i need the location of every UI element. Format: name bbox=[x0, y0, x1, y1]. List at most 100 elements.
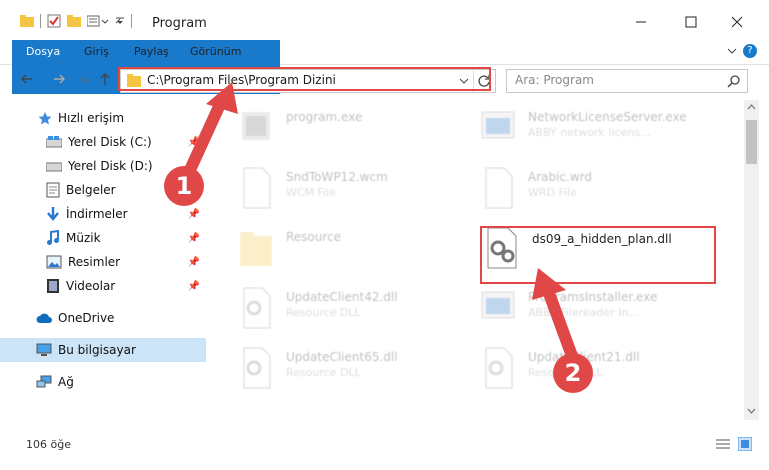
file-type: WCM File bbox=[286, 186, 336, 199]
scroll-down-icon[interactable] bbox=[747, 408, 756, 414]
video-icon bbox=[47, 279, 59, 293]
status-bar: 106 öğe bbox=[0, 430, 769, 458]
sidebar-item-downloads[interactable]: İndirmeler 📌 bbox=[0, 202, 206, 226]
sidebar-item-this-pc[interactable]: Bu bilgisayar bbox=[0, 338, 206, 362]
tab-home[interactable]: Giriş bbox=[72, 40, 121, 64]
navigation-bar: C:\Program Files\Program Dizini Ara: Pro… bbox=[0, 66, 769, 96]
file-item[interactable]: Arabic.wrd WRD File bbox=[480, 162, 720, 216]
scrollbar-thumb[interactable] bbox=[746, 120, 757, 164]
minimize-button[interactable] bbox=[626, 10, 656, 34]
close-icon bbox=[731, 16, 743, 28]
back-icon[interactable] bbox=[20, 72, 34, 86]
callout-2: 2 bbox=[553, 353, 593, 393]
pin-icon[interactable]: 📌 bbox=[188, 257, 200, 268]
properties-icon[interactable] bbox=[47, 14, 61, 28]
sidebar-item-label: OneDrive bbox=[58, 311, 115, 325]
dll-icon bbox=[485, 347, 513, 389]
sidebar-item-pictures[interactable]: Resimler 📌 bbox=[0, 250, 206, 274]
file-name: ds09_a_hidden_plan.dll bbox=[532, 232, 672, 246]
dll-icon bbox=[243, 347, 271, 389]
new-folder-icon[interactable] bbox=[67, 15, 81, 27]
vertical-scrollbar[interactable] bbox=[744, 100, 759, 420]
sidebar-item-label: Yerel Disk (C:) bbox=[68, 135, 152, 149]
up-icon[interactable] bbox=[98, 72, 112, 86]
sidebar-item-label: İndirmeler bbox=[66, 207, 128, 221]
sidebar-item-videos[interactable]: Videolar 📌 bbox=[0, 274, 206, 298]
folder-icon bbox=[127, 74, 141, 87]
refresh-icon[interactable] bbox=[477, 74, 491, 88]
download-icon bbox=[47, 207, 59, 221]
file-name: SndToWP12.wcm bbox=[286, 170, 388, 184]
file-icon bbox=[243, 167, 271, 209]
file-item[interactable]: NetworkLicenseServer.exe ABBY network li… bbox=[480, 102, 720, 156]
file-item[interactable]: UpdateClient21.dll Resource DLL bbox=[480, 342, 720, 396]
sidebar-item-label: Bu bilgisayar bbox=[58, 343, 136, 357]
large-icons-view-icon[interactable] bbox=[738, 437, 752, 451]
folder-icon bbox=[240, 232, 272, 266]
file-name: NetworkLicenseServer.exe bbox=[528, 110, 687, 124]
exe-icon bbox=[242, 112, 270, 140]
file-type: Resource DLL bbox=[286, 366, 361, 379]
file-type: ABBY network licens... bbox=[528, 126, 651, 139]
exe-icon bbox=[481, 111, 515, 139]
title-bar: Program bbox=[0, 0, 769, 40]
scroll-up-icon[interactable] bbox=[747, 104, 756, 110]
callout-1: 1 bbox=[164, 166, 204, 206]
drive-icon bbox=[46, 162, 62, 172]
sidebar-item-network[interactable]: Ağ bbox=[0, 370, 206, 394]
navigation-pane: Hızlı erişim Yerel Disk (C:) 📌 Yerel Dis… bbox=[0, 100, 208, 418]
chevron-down-icon[interactable] bbox=[459, 77, 469, 85]
file-name: UpdateClient65.dll bbox=[286, 350, 398, 364]
chevron-down-icon[interactable] bbox=[80, 76, 90, 84]
close-button[interactable] bbox=[722, 10, 752, 34]
sidebar-item-quick-access[interactable]: Hızlı erişim bbox=[0, 106, 206, 130]
sidebar-item-label: Ağ bbox=[58, 375, 74, 389]
file-item[interactable]: program.exe bbox=[238, 102, 478, 156]
tab-view[interactable]: Görünüm bbox=[178, 40, 253, 64]
dll-icon bbox=[243, 287, 271, 329]
sidebar-item-label: Müzik bbox=[66, 231, 101, 245]
file-item-selected[interactable]: ds09_a_hidden_plan.dll bbox=[484, 222, 724, 276]
window-title: Program bbox=[152, 16, 207, 31]
drive-icon bbox=[46, 136, 62, 148]
file-item[interactable]: Resource bbox=[238, 222, 478, 276]
address-bar[interactable]: C:\Program Files\Program Dizini bbox=[120, 69, 496, 93]
divider bbox=[131, 14, 132, 28]
pin-icon[interactable]: 📌 bbox=[188, 233, 200, 244]
file-item[interactable]: UpdateClient42.dll Resource DLL bbox=[238, 282, 478, 336]
pin-icon[interactable]: 📌 bbox=[188, 209, 200, 220]
file-name: ProgramsInstaller.exe bbox=[528, 290, 658, 304]
picture-icon bbox=[46, 255, 62, 269]
file-item[interactable]: SndToWP12.wcm WCM File bbox=[238, 162, 478, 216]
chevron-down-icon[interactable] bbox=[727, 46, 737, 56]
tab-share[interactable]: Paylaş bbox=[122, 40, 181, 64]
file-type: ABBY Filereader In... bbox=[528, 306, 639, 319]
divider bbox=[40, 14, 41, 28]
details-view-icon[interactable] bbox=[716, 438, 730, 450]
file-item[interactable]: UpdateClient65.dll Resource DLL bbox=[238, 342, 478, 396]
maximize-button[interactable] bbox=[676, 10, 706, 34]
ribbon: Dosya Giriş Paylaş Görünüm ? bbox=[0, 40, 769, 94]
sidebar-item-local-disk-c[interactable]: Yerel Disk (C:) 📌 bbox=[0, 130, 206, 154]
pin-icon[interactable]: 📌 bbox=[188, 281, 200, 292]
pin-icon[interactable]: 📌 bbox=[188, 137, 200, 148]
star-icon bbox=[38, 112, 52, 125]
network-icon bbox=[36, 375, 52, 388]
sidebar-item-label: Hızlı erişim bbox=[58, 111, 125, 125]
address-path[interactable]: C:\Program Files\Program Dizini bbox=[147, 73, 336, 87]
minimize-icon bbox=[636, 21, 646, 23]
search-placeholder: Ara: Program bbox=[515, 73, 594, 87]
file-name: program.exe bbox=[286, 110, 363, 124]
sidebar-item-music[interactable]: Müzik 📌 bbox=[0, 226, 206, 250]
customize-icon[interactable] bbox=[87, 15, 109, 27]
file-item[interactable]: ProgramsInstaller.exe ABBY Filereader In… bbox=[480, 282, 720, 336]
help-button[interactable]: ? bbox=[743, 44, 757, 58]
search-icon[interactable] bbox=[727, 74, 741, 88]
search-box[interactable]: Ara: Program bbox=[506, 69, 748, 93]
sidebar-item-onedrive[interactable]: OneDrive bbox=[0, 306, 206, 330]
file-icon bbox=[485, 167, 513, 209]
chevron-down-icon[interactable] bbox=[115, 15, 125, 27]
forward-icon[interactable] bbox=[52, 72, 66, 86]
quick-access-toolbar bbox=[20, 14, 132, 28]
computer-icon bbox=[36, 343, 52, 356]
